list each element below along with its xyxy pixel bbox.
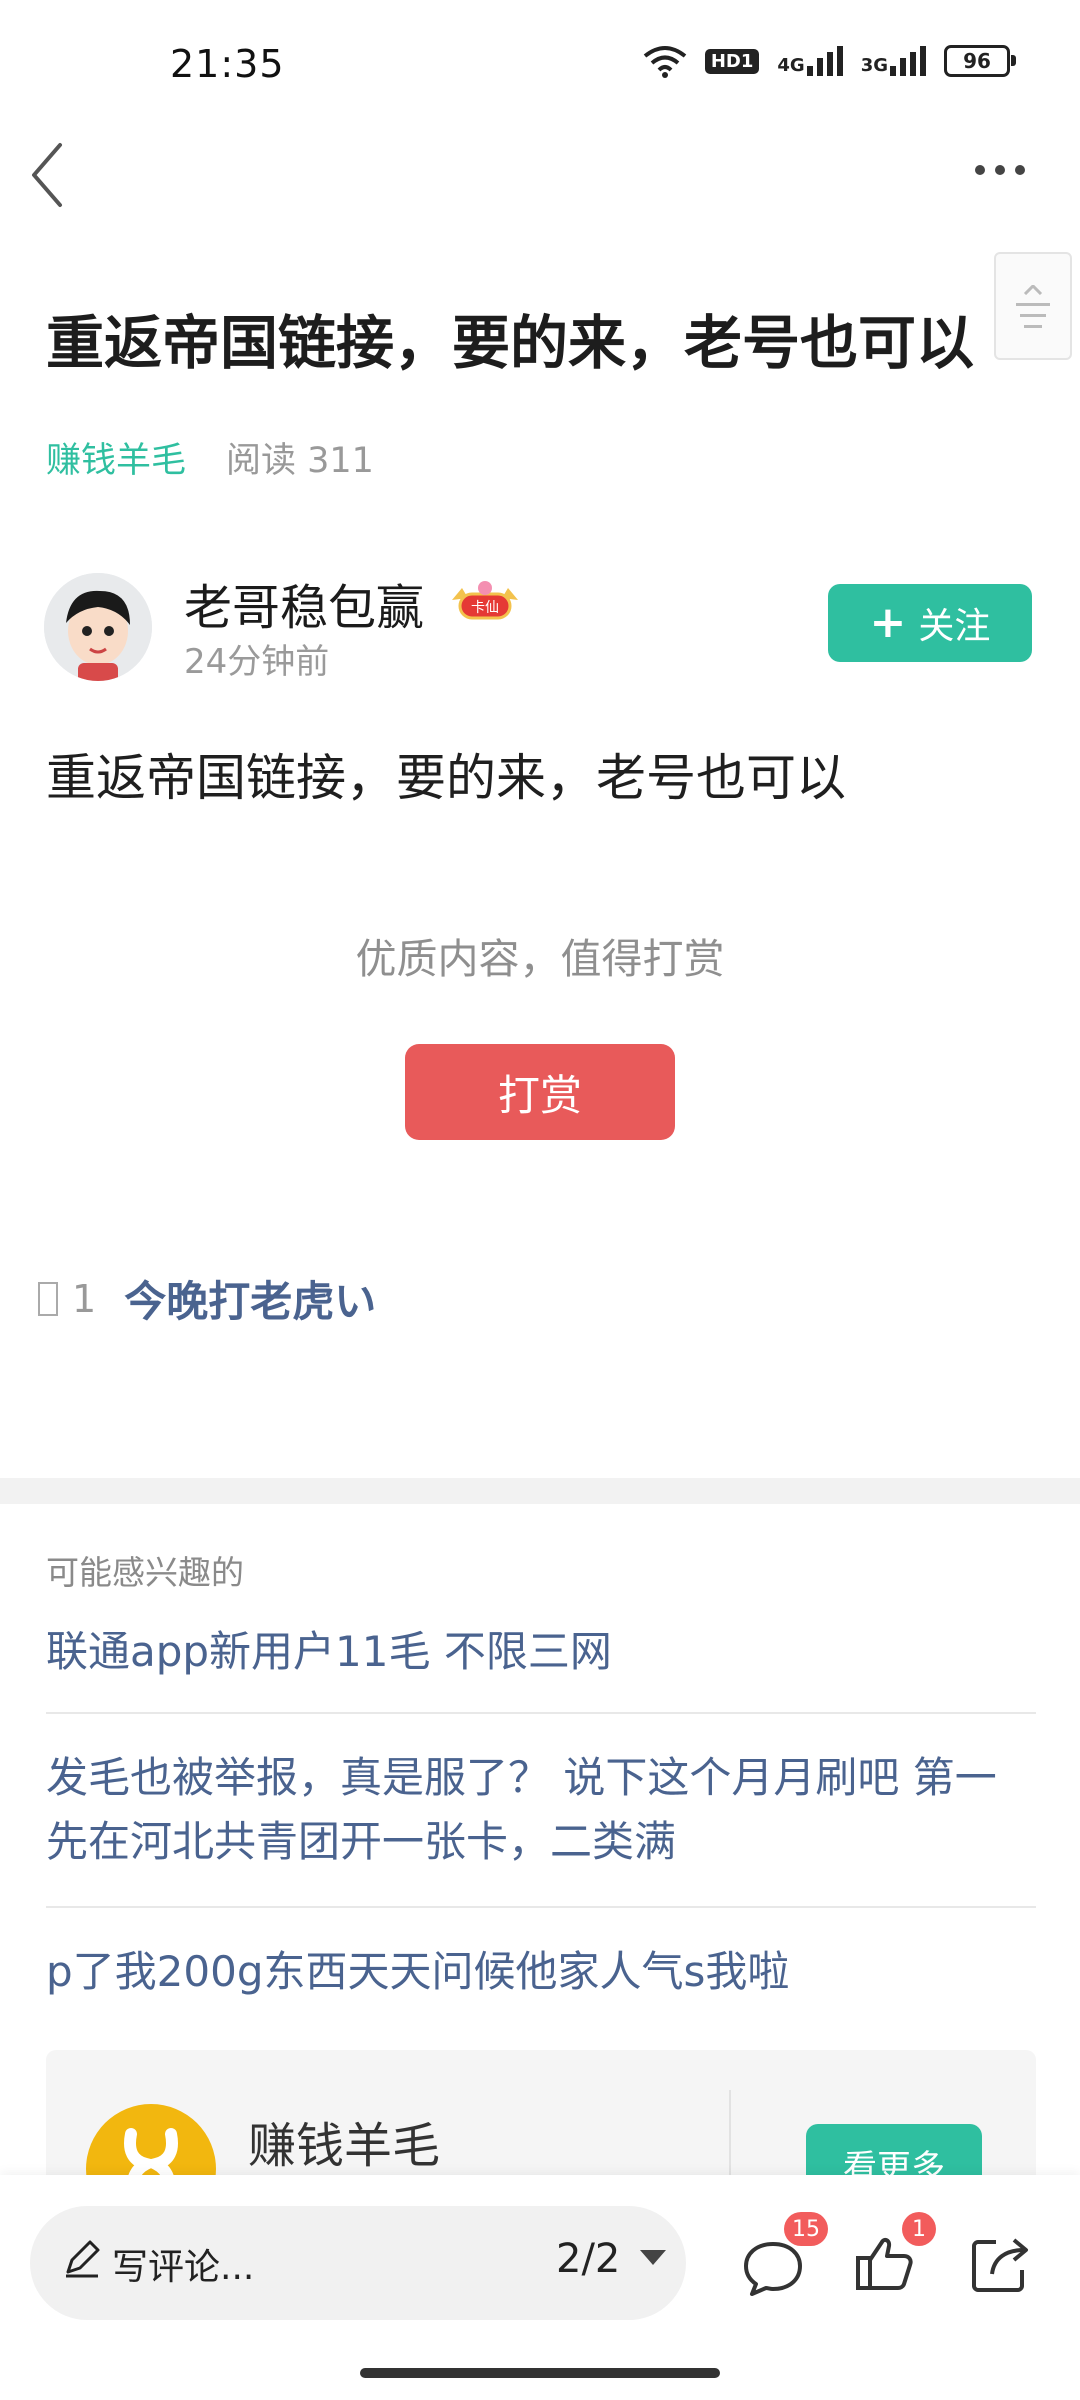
author-name[interactable]: 老哥稳包赢: [184, 568, 424, 638]
post-time: 24分钟前: [184, 642, 330, 682]
related-header: 可能感兴趣的: [46, 1553, 244, 1592]
more-dot-icon: [1015, 165, 1025, 175]
avatar-cartoon-icon: [44, 573, 152, 681]
status-icons: HD1 4G 3G 96: [643, 44, 1016, 78]
category-link[interactable]: 赚钱羊毛: [46, 432, 186, 483]
share-button[interactable]: [966, 2228, 1036, 2298]
missing-glyph-icon: [38, 1281, 58, 1316]
net-3g-label: 3G: [860, 55, 888, 76]
comment-item[interactable]: 1 今晚打老虎い: [38, 1268, 376, 1329]
reward-button[interactable]: 打赏: [405, 1044, 675, 1140]
chevron-left-icon: [32, 143, 62, 207]
comment-text: 今晚打老虎い: [124, 1277, 377, 1326]
home-indicator[interactable]: [360, 2368, 720, 2378]
more-dot-icon: [975, 165, 985, 175]
signal-3g-icon: 3G: [861, 46, 926, 76]
list-divider: [46, 1712, 1036, 1714]
scroll-up-icon: [1023, 284, 1043, 295]
article-meta: 赚钱羊毛 阅读 311: [46, 432, 374, 483]
battery-icon: 96: [944, 45, 1016, 77]
reward-hint: 优质内容，值得打赏: [355, 935, 725, 983]
section-divider: [0, 1478, 1080, 1504]
comment-index: 1: [72, 1276, 97, 1321]
related-item[interactable]: p了我200g东西天天问候他家人气s我啦: [46, 1940, 1036, 2004]
page-indicator[interactable]: 2/2: [556, 2236, 620, 2282]
comment-count-badge: 15: [784, 2212, 828, 2246]
more-button[interactable]: [960, 150, 1040, 190]
follow-button[interactable]: + 关注: [828, 584, 1032, 662]
related-item[interactable]: 发毛也被举报，真是服了？ 说下这个月月刷吧 第一先在河北共青团开一张卡，二类满: [46, 1746, 1036, 1874]
badge-text: 卡仙: [471, 600, 499, 616]
battery-level: 96: [963, 49, 991, 73]
caret-down-icon[interactable]: [640, 2250, 666, 2265]
related-item[interactable]: 联通app新用户11毛 不限三网: [46, 1620, 1036, 1684]
crown-badge-icon: 卡仙: [452, 581, 518, 620]
signal-4g-icon: 4G: [777, 46, 843, 76]
share-icon: [972, 2238, 1028, 2292]
article-content: 重返帝国链接，要的来，老号也可以: [46, 749, 846, 807]
follow-label: 关注: [918, 606, 991, 647]
author-badge: 卡仙: [446, 578, 524, 622]
status-time: 21:35: [170, 42, 285, 86]
read-count: 阅读 311: [226, 441, 374, 481]
article-title: 重返帝国链接，要的来，老号也可以: [46, 309, 975, 377]
like-count-badge: 1: [902, 2212, 936, 2246]
back-button[interactable]: [20, 135, 80, 215]
avatar[interactable]: [44, 573, 152, 681]
pencil-icon: [62, 2238, 102, 2278]
more-dot-icon: [995, 165, 1005, 175]
write-comment-placeholder[interactable]: 写评论...: [112, 2238, 254, 2290]
plus-icon: +: [869, 597, 907, 648]
forum-name: 赚钱羊毛: [248, 2118, 441, 2174]
list-divider: [46, 1906, 1036, 1908]
wifi-icon: [643, 46, 687, 78]
net-4g-label: 4G: [777, 55, 805, 76]
hd-badge: HD1: [704, 48, 760, 74]
